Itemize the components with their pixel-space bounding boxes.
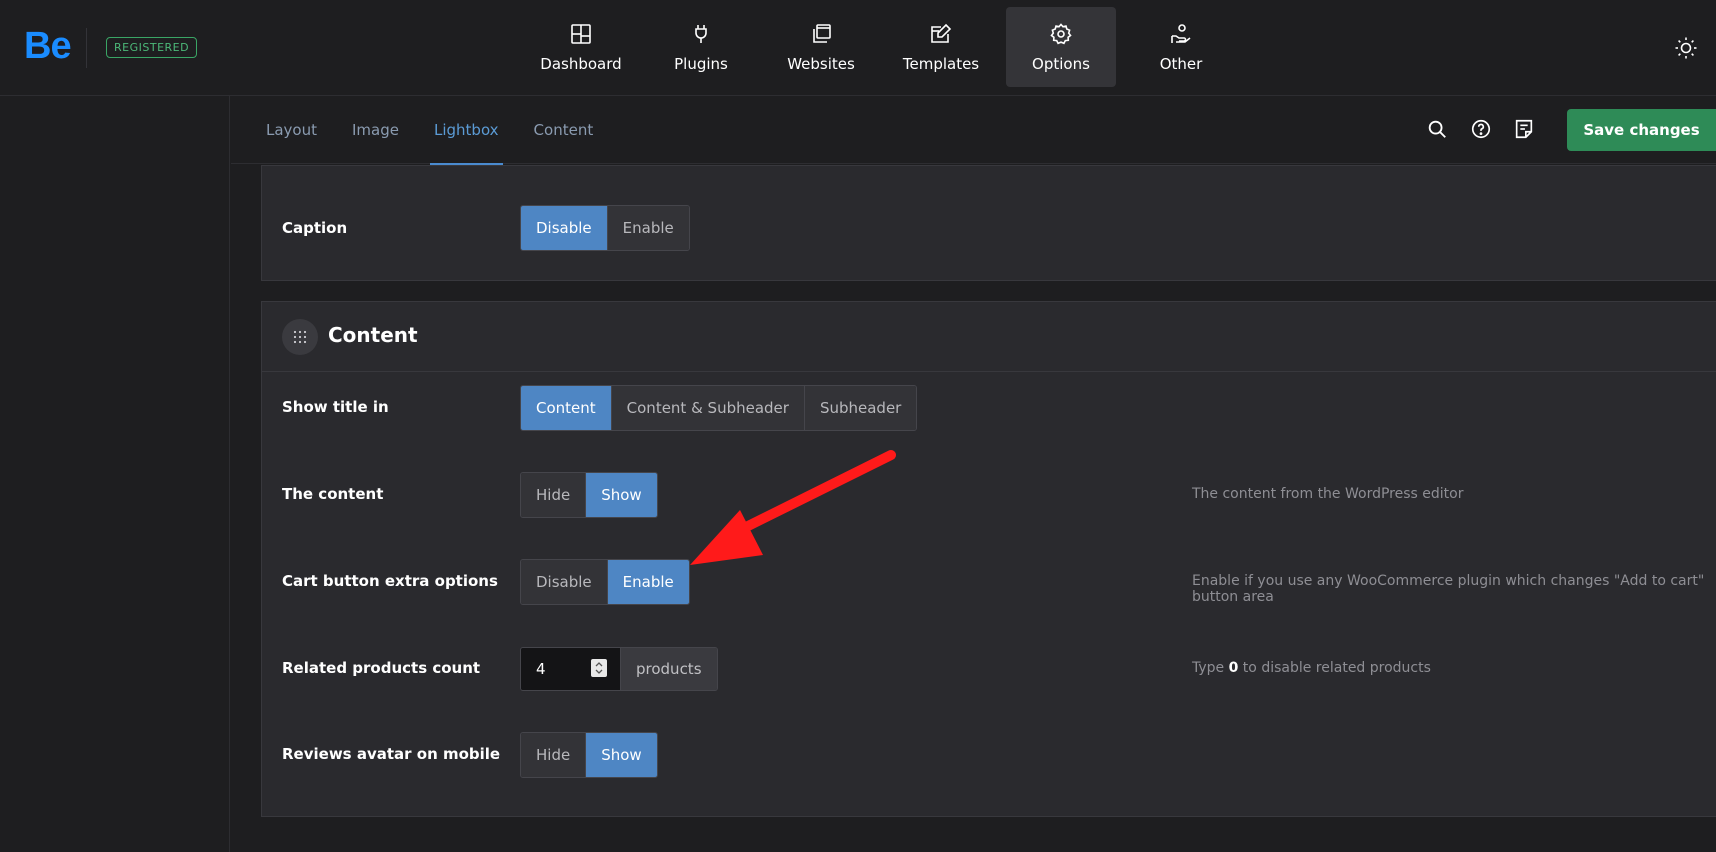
top-bar: Be REGISTERED Dashboard Plugins Websites… — [0, 0, 1716, 96]
show-title-label: Show title in — [282, 398, 389, 416]
number-spinner[interactable] — [591, 659, 607, 677]
caption-enable-option[interactable]: Enable — [607, 206, 689, 250]
tab-image[interactable]: Image — [352, 96, 399, 164]
related-products-field: products — [520, 647, 718, 691]
subtabs: Layout Image Lightbox Content — [266, 96, 628, 165]
nav-websites[interactable]: Websites — [766, 7, 876, 87]
nav-other-label: Other — [1159, 55, 1203, 73]
hand-heart-icon — [1171, 24, 1191, 43]
tab-lightbox[interactable]: Lightbox — [430, 96, 503, 165]
show-title-content-subheader-option[interactable]: Content & Subheader — [611, 386, 805, 430]
tab-layout[interactable]: Layout — [266, 96, 317, 164]
drag-handle[interactable] — [282, 319, 318, 355]
cart-button-enable-option[interactable]: Enable — [607, 560, 689, 604]
websites-icon — [813, 24, 831, 43]
content-section: Content Show title in Content Content & … — [261, 301, 1716, 817]
gear-icon — [1050, 23, 1072, 45]
related-products-description: Type 0 to disable related products — [1192, 660, 1431, 676]
reviews-avatar-toggle: Hide Show — [520, 732, 658, 778]
options-content: Caption Disable Enable Content Show titl… — [231, 165, 1716, 852]
related-desc-post: to disable related products — [1238, 660, 1431, 676]
reviews-avatar-show-option[interactable]: Show — [586, 733, 657, 777]
the-content-description: The content from the WordPress editor — [1192, 486, 1464, 502]
reviews-avatar-hide-option[interactable]: Hide — [521, 733, 587, 777]
cart-button-description: Enable if you use any WooCommerce plugin… — [1192, 573, 1705, 605]
related-desc-pre: Type — [1192, 660, 1229, 676]
the-content-show-option[interactable]: Show — [586, 473, 657, 517]
save-changes-button[interactable]: Save changes — [1567, 109, 1716, 151]
cart-button-label: Cart button extra options — [282, 572, 498, 590]
nav-other[interactable]: Other — [1126, 7, 1236, 87]
cart-button-disable-option[interactable]: Disable — [521, 560, 608, 604]
nav-dashboard[interactable]: Dashboard — [526, 7, 636, 87]
reviews-avatar-label: Reviews avatar on mobile — [282, 745, 501, 763]
caption-disable-option[interactable]: Disable — [521, 206, 608, 250]
left-sidebar — [0, 96, 230, 852]
nav-templates[interactable]: Templates — [886, 7, 996, 87]
be-logo[interactable]: Be — [24, 27, 72, 65]
nav-websites-label: Websites — [787, 55, 855, 73]
nav-plugins-label: Plugins — [674, 55, 728, 73]
templates-icon — [931, 23, 952, 43]
nav-plugins[interactable]: Plugins — [646, 7, 756, 87]
registered-badge: REGISTERED — [106, 37, 198, 58]
cart-button-toggle: Disable Enable — [520, 559, 690, 605]
caption-label: Caption — [282, 219, 348, 237]
tab-content[interactable]: Content — [534, 96, 594, 164]
the-content-hide-option[interactable]: Hide — [521, 473, 587, 517]
main-nav: Dashboard Plugins Websites Templates Opt… — [526, 7, 1246, 87]
grip-dots-icon — [293, 330, 307, 344]
show-title-toggle: Content Content & Subheader Subheader — [520, 385, 918, 431]
nav-options[interactable]: Options — [1006, 7, 1116, 87]
related-products-input-wrap — [521, 648, 620, 690]
show-title-subheader-option[interactable]: Subheader — [804, 386, 917, 430]
sun-icon[interactable] — [1674, 36, 1698, 60]
notes-icon[interactable] — [1513, 118, 1535, 140]
related-products-label: Related products count — [282, 659, 481, 677]
the-content-label: The content — [282, 485, 384, 503]
caption-panel: Caption Disable Enable — [261, 165, 1716, 281]
dashboard-icon — [571, 24, 591, 44]
related-products-suffix: products — [620, 648, 717, 690]
nav-dashboard-label: Dashboard — [540, 55, 622, 73]
search-icon[interactable] — [1426, 118, 1448, 140]
caption-toggle: Disable Enable — [520, 205, 690, 251]
section-header: Content — [262, 302, 1716, 372]
related-desc-bold: 0 — [1228, 660, 1239, 676]
spinner-arrows-icon — [595, 662, 603, 674]
nav-options-label: Options — [1032, 55, 1090, 73]
help-icon[interactable] — [1470, 118, 1492, 140]
the-content-toggle: Hide Show — [520, 472, 658, 518]
logo-divider — [86, 28, 87, 68]
sub-toolbar: Layout Image Lightbox Content — [231, 96, 1716, 165]
plug-icon — [695, 25, 707, 43]
nav-templates-label: Templates — [902, 55, 980, 73]
section-title: Content — [328, 323, 418, 347]
show-title-content-option[interactable]: Content — [521, 386, 612, 430]
